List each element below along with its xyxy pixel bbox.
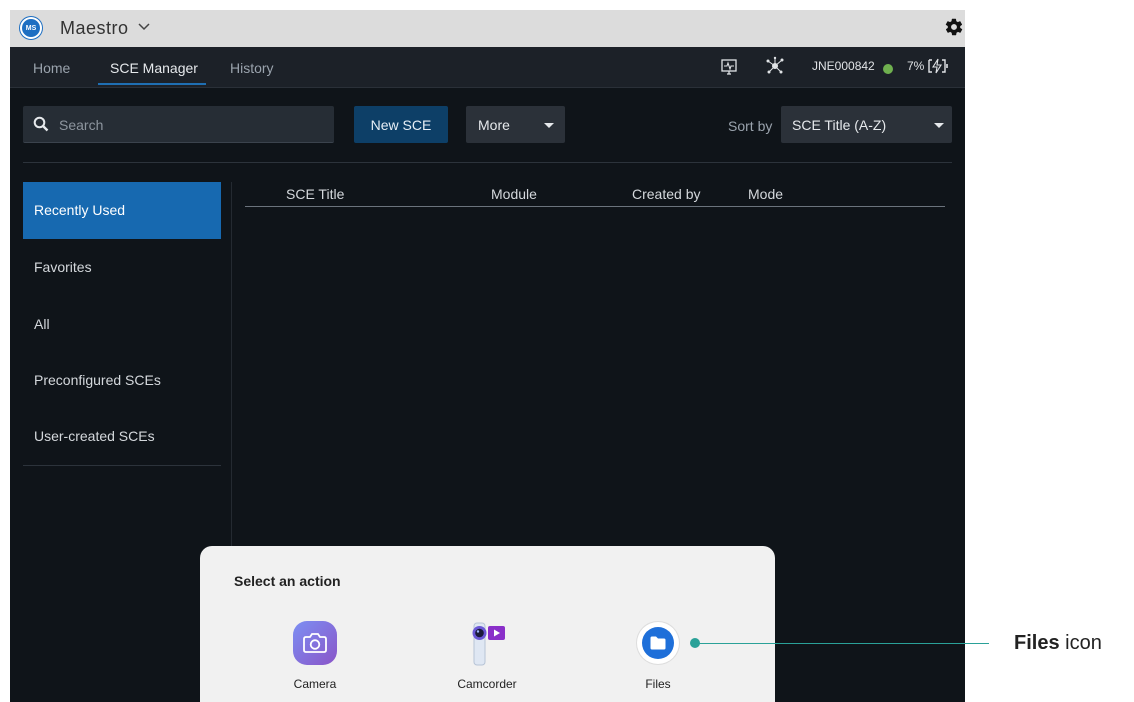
device-id: JNE000842 [812,59,875,73]
network-hub-icon[interactable] [765,56,785,76]
status-dot [883,64,893,74]
caret-down-icon [934,123,944,128]
action-sheet: Select an action Camera Camcorder Files [200,546,775,702]
search-icon [33,116,49,132]
column-header-sce-title[interactable]: SCE Title [286,186,344,202]
title-bar: MS Maestro [10,10,965,47]
tab-sce-manager[interactable]: SCE Manager [110,60,198,76]
battery-percent: 7% [907,59,925,73]
camera-glyph [303,633,327,653]
callout-bold: Files [1014,632,1060,654]
tab-history[interactable]: History [230,60,274,76]
sidebar-item-favorites[interactable]: Favorites [23,239,221,296]
files-folder-icon[interactable] [637,622,679,664]
caret-down-icon [544,123,554,128]
sort-select[interactable]: SCE Title (A-Z) [781,106,952,143]
search-box[interactable] [23,106,334,144]
maestro-logo-icon: MS [20,17,42,39]
callout-rest: icon [1059,632,1102,654]
column-header-module[interactable]: Module [491,186,537,202]
callout-line [697,643,989,644]
column-header-mode[interactable]: Mode [748,186,783,202]
action-sheet-title: Select an action [234,573,341,589]
sort-by-label: Sort by [728,118,773,134]
sidebar-item-preconfigured[interactable]: Preconfigured SCEs [23,352,221,409]
camera-icon[interactable] [293,621,337,665]
sidebar-item-all[interactable]: All [23,296,221,353]
monitor-icon[interactable] [720,58,738,76]
more-label: More [478,117,510,133]
callout-label: Files icon [1014,632,1102,655]
column-header-created-by[interactable]: Created by [632,186,700,202]
sidebar: Recently Used Favorites All Preconfigure… [23,182,221,702]
sidebar-item-recently-used[interactable]: Recently Used [23,182,221,239]
nav-bar: Home SCE Manager History JNE000842 7% [10,47,965,88]
new-sce-button[interactable]: New SCE [354,106,448,143]
camera-label[interactable]: Camera [275,677,355,691]
camcorder-icon[interactable] [462,619,512,669]
sidebar-divider [23,465,221,466]
sidebar-item-user-created[interactable]: User-created SCEs [23,408,221,465]
table-header-divider [245,206,945,207]
chevron-down-icon[interactable] [136,19,152,35]
search-input[interactable] [57,106,331,144]
active-tab-indicator [98,83,206,85]
toolbar-divider [23,162,952,163]
sort-value: SCE Title (A-Z) [792,117,887,133]
folder-icon [642,627,674,659]
callout-dot [690,638,700,648]
more-dropdown[interactable]: More [466,106,565,143]
battery-charging-icon [928,58,948,74]
app-name: Maestro [60,18,129,38]
camcorder-label[interactable]: Camcorder [447,677,527,691]
gear-icon[interactable] [944,17,964,37]
tab-home[interactable]: Home [33,60,70,76]
maestro-app-window: MS Maestro Home SCE Manager History JNE0 [10,10,965,702]
files-label[interactable]: Files [618,677,698,691]
